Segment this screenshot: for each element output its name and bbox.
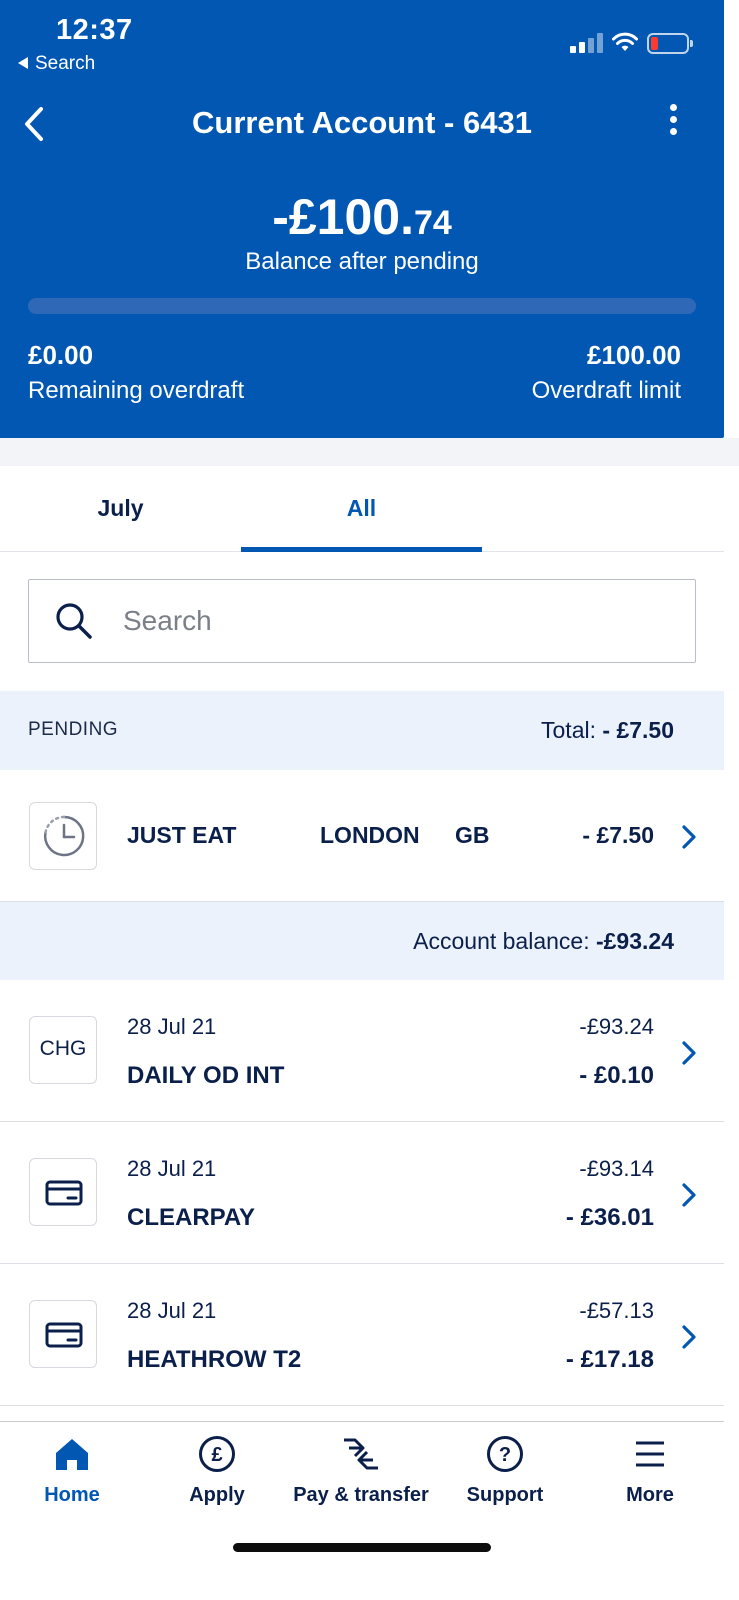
page-title: Current Account - 6431: [192, 105, 532, 140]
pending-city: LONDON: [320, 822, 420, 848]
account-balance-value: -£93.24: [595, 928, 674, 954]
balance-amount: -£100.74: [0, 188, 724, 246]
pending-transaction-row[interactable]: JUST EAT LONDON GB - £7.50: [0, 770, 724, 902]
back-triangle-icon: [18, 57, 28, 69]
remaining-overdraft-amount: £0.00: [28, 340, 94, 370]
chevron-right-icon: [682, 1183, 696, 1207]
svg-text:?: ?: [499, 1444, 511, 1466]
pending-amount: - £7.50: [582, 822, 654, 848]
clock-icon: [43, 815, 85, 857]
battery-icon: [647, 33, 693, 55]
overdraft-limit-label: Overdraft limit: [531, 377, 681, 404]
transaction-row[interactable]: 28 Jul 21 CLEARPAY -£93.14 - £36.01: [0, 1122, 724, 1264]
transaction-amount: - £36.01: [565, 1204, 654, 1231]
status-back-link[interactable]: Search: [18, 53, 95, 75]
chevron-right-icon: [682, 1041, 696, 1065]
pound-icon: £: [199, 1436, 235, 1472]
pending-tile: [29, 802, 97, 870]
search-input[interactable]: [123, 598, 663, 644]
account-balance: Account balance: -£93.24: [413, 928, 674, 955]
nav-apply[interactable]: £ Apply: [145, 1422, 289, 1532]
overdraft-progress-fill: [28, 298, 696, 314]
status-time: 12:37: [56, 14, 133, 46]
pending-country: GB: [455, 822, 490, 848]
nav-support[interactable]: ? Support: [433, 1422, 577, 1532]
pending-total-value: - £7.50: [602, 717, 674, 743]
overdraft-progress-bar: [28, 298, 696, 314]
transaction-name: HEATHROW T2: [127, 1346, 302, 1373]
charge-tile-text: CHG: [39, 1037, 87, 1060]
account-header: 12:37 Search Current Account - 6431 -£10…: [0, 0, 724, 438]
menu-icon: [636, 1441, 664, 1467]
more-options-icon[interactable]: [663, 104, 683, 144]
card-icon: [45, 1322, 83, 1348]
transaction-row[interactable]: CHG 28 Jul 21 DAILY OD INT -£93.24 - £0.…: [0, 980, 724, 1122]
transaction-running-balance: -£57.13: [579, 1298, 654, 1323]
card-icon: [45, 1180, 83, 1206]
transaction-name: DAILY OD INT: [127, 1062, 285, 1089]
nav-pay-transfer[interactable]: Pay & transfer: [289, 1422, 433, 1532]
search-icon: [56, 603, 92, 639]
overdraft-limit-amount: £100.00: [587, 340, 681, 370]
search-box[interactable]: [28, 579, 696, 663]
nav-home[interactable]: Home: [0, 1422, 144, 1532]
transaction-row[interactable]: 28 Jul 21 HEATHROW T2 -£57.13 - £17.18: [0, 1264, 724, 1406]
card-tile: [29, 1158, 97, 1226]
chevron-right-icon: [682, 1325, 696, 1349]
chevron-right-icon: [682, 825, 696, 849]
nav-pay-transfer-label: Pay & transfer: [293, 1484, 429, 1506]
period-tabs: July All: [0, 466, 724, 552]
home-indicator: [233, 1543, 491, 1552]
pending-merchant: JUST EAT: [127, 822, 237, 848]
remaining-overdraft-label: Remaining overdraft: [28, 377, 245, 404]
balance-pence: 74: [413, 204, 452, 242]
charge-tile: CHG: [29, 1016, 97, 1084]
svg-text:£: £: [211, 1444, 222, 1466]
status-back-label: Search: [35, 53, 96, 74]
nav-home-label: Home: [44, 1484, 100, 1506]
account-balance-header: Account balance: -£93.24: [0, 902, 724, 980]
transaction-running-balance: -£93.14: [579, 1156, 654, 1181]
header-gap: [0, 438, 739, 466]
transaction-amount: - £0.10: [579, 1062, 654, 1089]
nav-more-label: More: [626, 1484, 674, 1506]
nav-more[interactable]: More: [578, 1422, 722, 1532]
transaction-running-balance: -£93.24: [579, 1014, 654, 1039]
transaction-date: 28 Jul 21: [127, 1156, 217, 1181]
transfer-icon: [344, 1438, 378, 1470]
signal-icon: [570, 33, 604, 53]
transaction-amount: - £17.18: [565, 1346, 654, 1373]
wifi-icon: [612, 32, 638, 51]
pending-label: PENDING: [28, 719, 119, 740]
nav-support-label: Support: [466, 1484, 544, 1506]
tab-july[interactable]: July: [0, 466, 241, 552]
pending-total-prefix: Total:: [541, 717, 603, 743]
transaction-name: CLEARPAY: [127, 1204, 256, 1231]
help-icon: ?: [487, 1436, 523, 1472]
tab-all[interactable]: All: [241, 466, 482, 552]
nav-apply-label: Apply: [189, 1484, 245, 1506]
balance-label: Balance after pending: [245, 248, 479, 275]
bottom-nav: Home £ Apply Pay & transfer ? Support Mo…: [0, 1421, 724, 1600]
pending-header: PENDING Total: - £7.50: [0, 691, 724, 770]
transaction-date: 28 Jul 21: [127, 1298, 217, 1323]
account-balance-prefix: Account balance:: [413, 928, 596, 954]
transaction-date: 28 Jul 21: [127, 1014, 217, 1039]
pending-total: Total: - £7.50: [541, 717, 674, 744]
card-tile: [29, 1300, 97, 1368]
balance-main: -£100.: [272, 189, 414, 245]
home-icon: [56, 1439, 88, 1470]
